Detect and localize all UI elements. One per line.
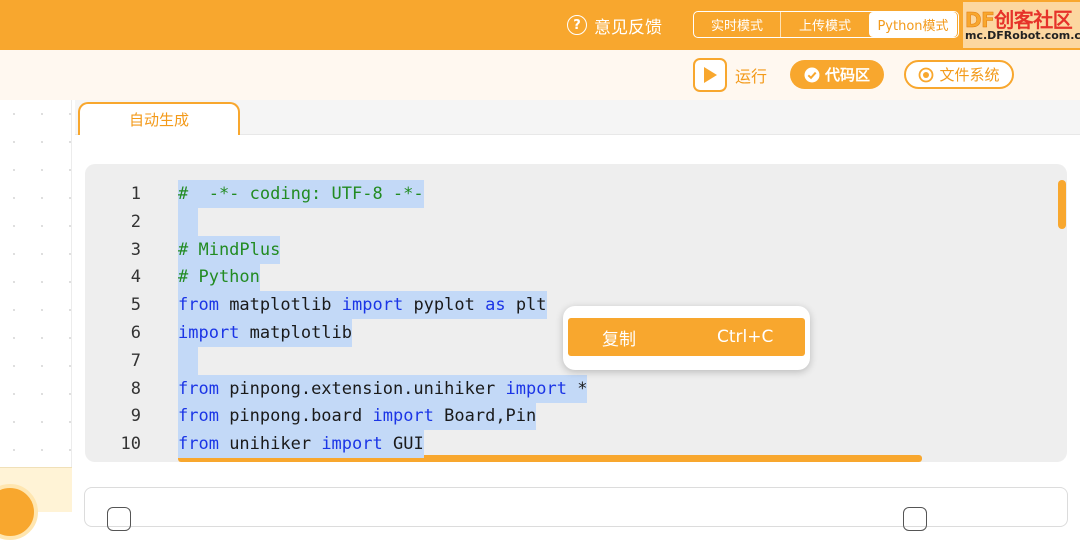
code-text: from pinpong.extension.unihiker import * <box>178 374 588 403</box>
code-tab-strip: 自动生成 <box>75 100 1080 135</box>
code-text: # -*- coding: UTF-8 -*- <box>178 180 424 208</box>
line-number: 10 <box>120 434 141 455</box>
code-token: # Python <box>178 267 260 288</box>
line-number: 3 <box>130 239 141 260</box>
code-line: 8 from pinpong.extension.unihiker import … <box>85 374 1067 403</box>
file-system-label: 文件系统 <box>939 66 1000 84</box>
mode-realtime-tab[interactable]: 实时模式 <box>694 12 781 37</box>
line-number: 6 <box>130 323 141 343</box>
top-bar: ? 意见反馈 实时模式 上传模式 Python模式 DF创客社区 mc.DFRo… <box>0 0 1080 50</box>
code-text: import matplotlib <box>178 319 353 347</box>
code-text: from matplotlib import pyplot as plt <box>178 291 547 320</box>
radio-circle-icon <box>918 67 934 83</box>
blocks-workspace[interactable] <box>0 100 72 511</box>
code-token: * <box>566 378 588 399</box>
copy-shortcut: Ctrl+C <box>717 327 774 347</box>
code-token: from <box>178 378 219 399</box>
code-line: 1 # -*- coding: UTF-8 -*- <box>85 180 1067 208</box>
code-token: from <box>178 434 219 455</box>
code-area-label: 代码区 <box>824 66 870 84</box>
feedback-button[interactable]: ? 意见反馈 <box>567 12 662 38</box>
code-token: pinpong.board <box>218 406 373 427</box>
code-line: 4 # Python <box>85 263 1067 292</box>
run-button[interactable]: 运行 <box>693 57 767 93</box>
code-token: # -*- coding: UTF-8 -*- <box>178 184 424 204</box>
code-token: import <box>178 323 240 343</box>
code-token: GUI <box>382 434 424 455</box>
run-label: 运行 <box>735 67 768 86</box>
code-line: 2 <box>85 207 1067 236</box>
code-token: pinpong.extension.unihiker <box>218 378 506 399</box>
question-circle-icon: ? <box>567 15 587 35</box>
code-token: import <box>505 378 567 399</box>
code-token: from <box>178 295 219 316</box>
code-token: import <box>372 406 434 427</box>
code-line: 3 # MindPlus <box>85 235 1067 264</box>
feedback-label: 意见反馈 <box>594 17 662 38</box>
line-number: 7 <box>130 350 141 371</box>
line-number: 2 <box>130 211 141 232</box>
code-line: 9 from pinpong.board import Board,Pin <box>85 402 1067 431</box>
code-token: # MindPlus <box>178 239 281 260</box>
code-area-button[interactable]: 代码区 <box>790 60 884 89</box>
check-circle-icon <box>804 67 820 83</box>
dfrobot-logo: DF创客社区 mc.DFRobot.com.cn <box>963 2 1080 48</box>
line-number: 5 <box>130 295 141 316</box>
mode-upload-tab[interactable]: 上传模式 <box>781 12 869 37</box>
code-token: as <box>485 295 506 316</box>
line-number: 8 <box>130 378 141 399</box>
line-number: 1 <box>130 184 141 204</box>
copy-label: 复制 <box>602 329 636 350</box>
context-menu: 复制 Ctrl+C <box>563 306 810 370</box>
line-number: 4 <box>130 267 141 288</box>
code-text <box>178 346 199 375</box>
code-token: matplotlib <box>239 323 353 343</box>
code-text: from pinpong.board import Board,Pin <box>178 402 537 431</box>
code-line: 10 from unihiker import GUI <box>85 430 1067 459</box>
code-token: plt <box>505 295 547 316</box>
code-text: # Python <box>178 263 260 292</box>
code-token: from <box>178 406 219 427</box>
mode-python-tab[interactable]: Python模式 <box>869 12 957 37</box>
logo-url-text: mc.DFRobot.com.cn <box>965 29 1080 42</box>
code-text: from unihiker import GUI <box>178 430 424 459</box>
mode-switcher: 实时模式 上传模式 Python模式 <box>693 11 959 38</box>
context-menu-copy[interactable]: 复制 Ctrl+C <box>568 318 805 356</box>
code-text <box>178 207 199 236</box>
file-system-button[interactable]: 文件系统 <box>904 60 1014 89</box>
code-token: unihiker <box>218 434 322 455</box>
code-token: Board,Pin <box>433 406 537 427</box>
tab-auto-generated[interactable]: 自动生成 <box>78 102 240 135</box>
code-text: # MindPlus <box>178 235 281 264</box>
play-icon <box>693 58 727 92</box>
code-token: import <box>321 434 383 455</box>
code-token: import <box>341 295 404 316</box>
code-token: matplotlib <box>218 295 342 316</box>
terminal-panel <box>84 487 1068 531</box>
line-number: 9 <box>130 406 141 427</box>
code-token: pyplot <box>403 295 486 316</box>
